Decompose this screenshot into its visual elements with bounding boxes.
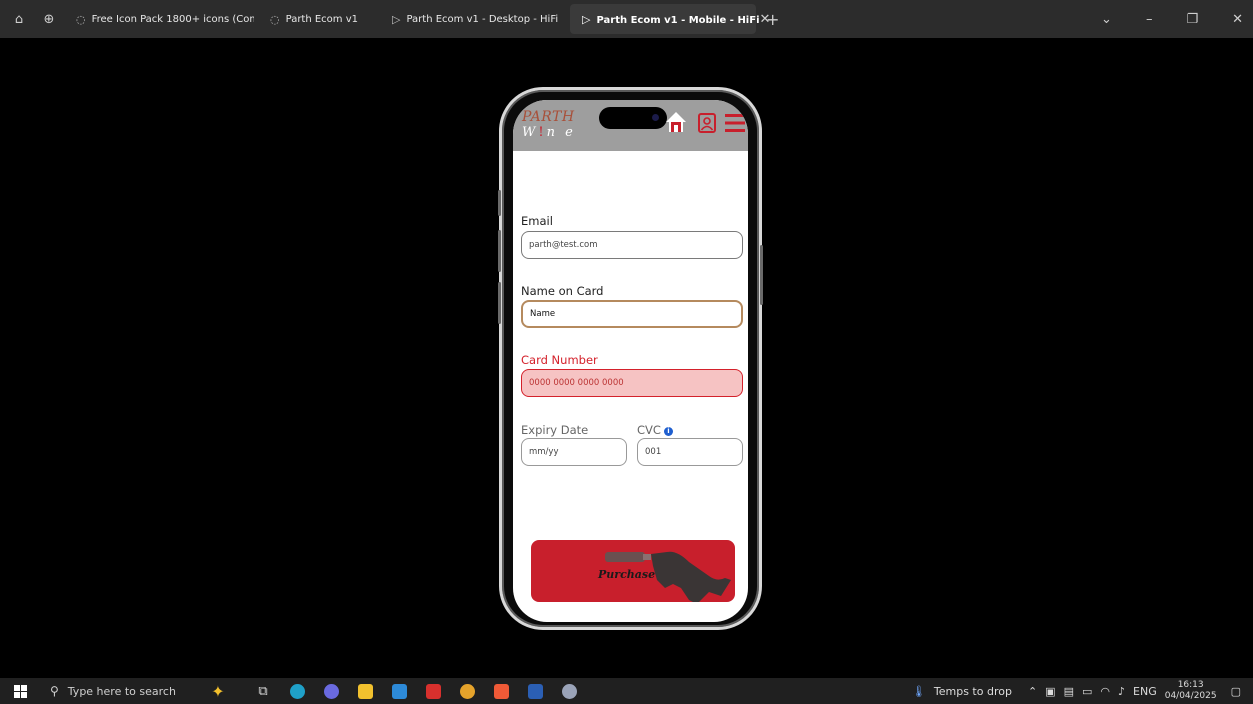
card-number-field[interactable]: 0000 0000 0000 0000 bbox=[521, 369, 743, 397]
name-on-card-field[interactable]: Name bbox=[521, 300, 743, 328]
phone-side-button bbox=[760, 245, 763, 305]
chevron-down-icon[interactable]: ⌄ bbox=[1101, 12, 1112, 27]
logo[interactable]: PARTH bbox=[522, 109, 575, 125]
globe-icon[interactable]: ⊕ bbox=[38, 8, 60, 30]
task-view-icon[interactable]: ⧉ bbox=[246, 678, 280, 704]
clock-time: 16:13 bbox=[1177, 680, 1204, 690]
tab-mobile-hifi[interactable]: ▷ Parth Ecom v1 - Mobile - HiFi ✕ bbox=[570, 4, 770, 34]
battery-icon[interactable]: ▭ bbox=[1082, 685, 1092, 698]
chevron-up-icon[interactable]: ⌃ bbox=[1028, 685, 1037, 698]
weather-text[interactable]: Temps to drop bbox=[934, 685, 1012, 698]
tab-label: Parth Ecom v1 - Desktop - HiFi bbox=[406, 13, 559, 25]
wifi-icon[interactable]: ◠ bbox=[1100, 685, 1110, 698]
new-tab-icon[interactable]: + bbox=[766, 10, 779, 29]
tab-parth-ecom[interactable]: ◌ Parth Ecom v1 bbox=[258, 4, 376, 34]
copilot-app-icon[interactable] bbox=[314, 678, 348, 704]
file-explorer-icon[interactable] bbox=[348, 678, 382, 704]
tab-desktop-hifi[interactable]: ▷ Parth Ecom v1 - Desktop - HiFi bbox=[380, 4, 566, 34]
expiry-date-label: Expiry Date bbox=[521, 423, 589, 437]
windows-start-icon[interactable] bbox=[0, 684, 40, 698]
figma-icon[interactable] bbox=[484, 678, 518, 704]
tab-label: Free Icon Pack 1800+ icons (Commu bbox=[91, 13, 254, 25]
logo-wine[interactable]: W!n e bbox=[522, 125, 576, 140]
windows-taskbar: ⚲ Type here to search ✦ ⧉ 🌡 Temps to dro… bbox=[0, 678, 1253, 704]
language-indicator[interactable]: ENG bbox=[1133, 685, 1157, 698]
email-label: Email bbox=[521, 214, 553, 228]
browser-tab-bar: ⌂ ⊕ ◌ Free Icon Pack 1800+ icons (Commu … bbox=[0, 0, 1253, 38]
phone-side-button bbox=[498, 190, 501, 216]
email-field[interactable]: parth@test.com bbox=[521, 231, 743, 259]
photos-icon[interactable] bbox=[382, 678, 416, 704]
chrome-icon[interactable] bbox=[450, 678, 484, 704]
restore-icon[interactable]: ❐ bbox=[1186, 12, 1198, 27]
close-window-icon[interactable]: ✕ bbox=[1232, 12, 1243, 27]
system-tray: 🌡 Temps to drop ⌃ ▣ ▤ ▭ ◠ ♪ ENG 16:13 04… bbox=[912, 678, 1253, 704]
clock[interactable]: 16:13 04/04/2025 bbox=[1165, 680, 1217, 702]
tab-free-icon-pack[interactable]: ◌ Free Icon Pack 1800+ icons (Commu bbox=[64, 4, 254, 34]
info-icon[interactable]: i bbox=[663, 427, 673, 436]
clock-date: 04/04/2025 bbox=[1164, 691, 1217, 701]
taskbar-search-input[interactable]: ⚲ Type here to search bbox=[40, 678, 190, 704]
home-icon[interactable] bbox=[666, 111, 686, 133]
tray-app-icon[interactable]: ▣ bbox=[1045, 685, 1055, 698]
play-icon: ▷ bbox=[392, 12, 401, 26]
hamburger-menu-icon[interactable] bbox=[725, 112, 745, 134]
acrobat-icon[interactable] bbox=[416, 678, 450, 704]
search-placeholder: Type here to search bbox=[67, 684, 176, 698]
paint-icon[interactable] bbox=[552, 678, 586, 704]
profile-icon[interactable] bbox=[698, 113, 716, 133]
purchase-button[interactable]: Purchase bbox=[531, 540, 735, 602]
dynamic-island bbox=[599, 107, 667, 129]
phone-screen: PARTH W!n e Email parth@test.com Name on… bbox=[513, 100, 748, 622]
word-icon[interactable] bbox=[518, 678, 552, 704]
tray-app-icon[interactable]: ▤ bbox=[1064, 685, 1074, 698]
play-icon: ▷ bbox=[582, 12, 591, 26]
home-icon[interactable]: ⌂ bbox=[8, 8, 30, 30]
notification-icon[interactable]: ▢ bbox=[1231, 685, 1241, 698]
weather-icon[interactable]: 🌡 bbox=[912, 685, 926, 698]
tab-label: Parth Ecom v1 bbox=[285, 13, 359, 25]
cvc-label: CVC i bbox=[637, 423, 673, 437]
phone-side-button bbox=[498, 282, 501, 324]
cvc-field[interactable]: 001 bbox=[637, 438, 743, 466]
logo-bang: ! bbox=[538, 125, 547, 140]
minimize-icon[interactable]: – bbox=[1146, 12, 1153, 27]
window-controls: ⌄ – ❐ ✕ bbox=[1101, 0, 1243, 38]
name-on-card-label: Name on Card bbox=[521, 284, 604, 298]
card-number-label: Card Number bbox=[521, 353, 598, 367]
tag-icon: ◌ bbox=[270, 12, 280, 26]
edge-icon[interactable] bbox=[280, 678, 314, 704]
volume-icon[interactable]: ♪ bbox=[1118, 685, 1125, 698]
app-header: PARTH W!n e bbox=[513, 100, 748, 151]
copilot-sparkle-icon[interactable]: ✦ bbox=[190, 678, 246, 704]
expiry-date-field[interactable]: mm/yy bbox=[521, 438, 627, 466]
phone-frame: PARTH W!n e Email parth@test.com Name on… bbox=[498, 87, 763, 630]
tag-icon: ◌ bbox=[76, 12, 86, 26]
search-icon: ⚲ bbox=[50, 684, 59, 698]
phone-side-button bbox=[498, 230, 501, 272]
cvc-label-text: CVC bbox=[637, 423, 661, 437]
tab-label: Parth Ecom v1 - Mobile - HiFi bbox=[596, 14, 760, 26]
logo-letter: W bbox=[522, 125, 539, 140]
logo-letters: n e bbox=[546, 125, 576, 140]
purchase-label: Purchase bbox=[598, 568, 656, 581]
